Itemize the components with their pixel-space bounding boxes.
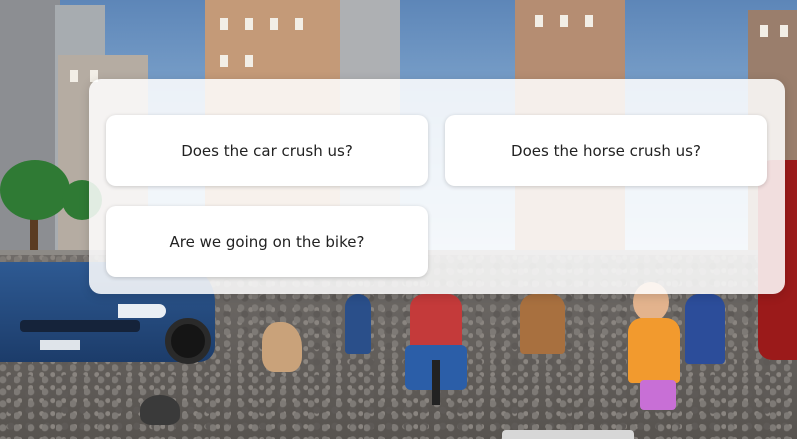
car-wheel	[165, 318, 211, 364]
window	[535, 15, 543, 27]
cat	[140, 395, 180, 425]
car-headlight	[118, 304, 166, 318]
bike-frame	[432, 360, 440, 405]
choice-button-car-crush[interactable]: Does the car crush us?	[106, 115, 428, 186]
window	[295, 18, 303, 30]
window	[245, 18, 253, 30]
choice-button-bike[interactable]: Are we going on the bike?	[106, 206, 428, 277]
window	[245, 55, 253, 67]
girl-shorts	[640, 380, 676, 410]
car-grille	[20, 320, 140, 332]
girl-shirt	[628, 318, 680, 383]
choice-button-horse-crush[interactable]: Does the horse crush us?	[445, 115, 767, 186]
car-license-plate	[40, 340, 80, 350]
person-blue	[345, 294, 371, 354]
tree	[0, 160, 70, 220]
window	[585, 15, 593, 27]
window	[780, 25, 788, 37]
dog	[262, 322, 302, 372]
bottom-panel-handle	[502, 430, 634, 439]
window	[560, 15, 568, 27]
window	[270, 18, 278, 30]
window	[220, 18, 228, 30]
choice-dialog: Does the car crush us? Does the horse cr…	[89, 79, 785, 294]
window	[220, 55, 228, 67]
person-far-right	[685, 294, 725, 364]
horse	[520, 294, 565, 354]
window	[70, 70, 78, 82]
window	[760, 25, 768, 37]
